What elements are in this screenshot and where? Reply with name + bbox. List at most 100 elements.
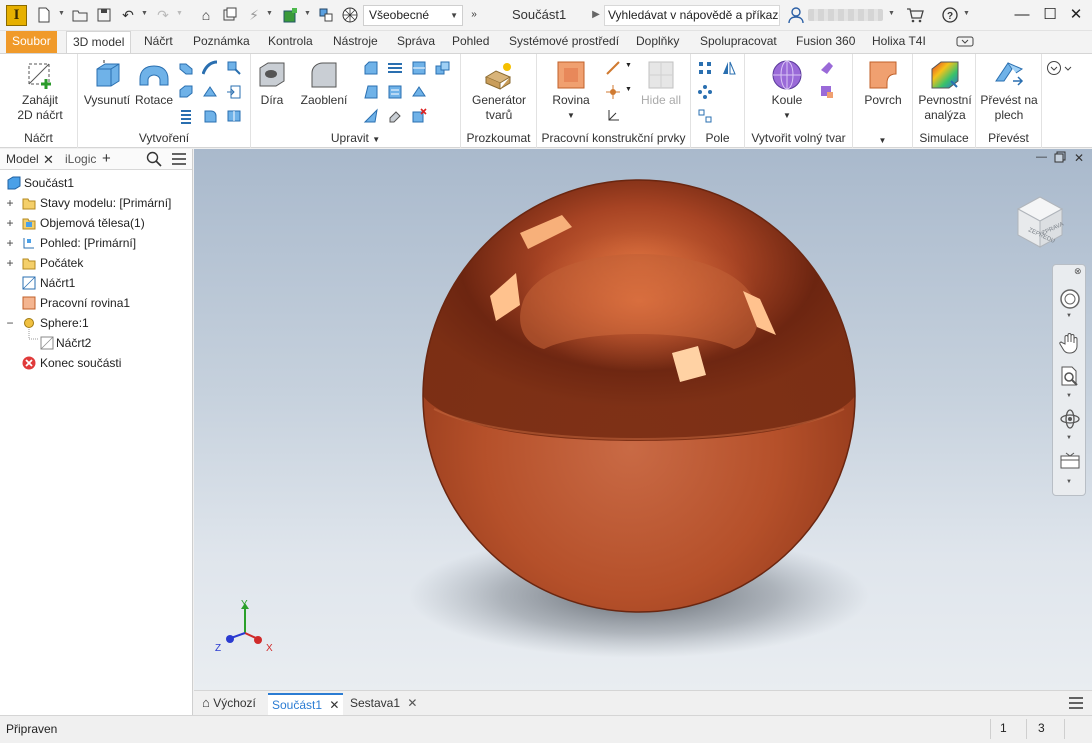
ribbon-options-icon[interactable] <box>1046 60 1074 76</box>
ribbon-toggle-icon[interactable] <box>950 31 986 53</box>
project-icon[interactable] <box>222 7 238 23</box>
derive-icon[interactable] <box>226 60 242 76</box>
new-file-icon[interactable] <box>36 7 52 23</box>
chevron-down-icon[interactable]: ▼ <box>1066 435 1072 441</box>
close-tab-icon[interactable]: ✕ <box>407 696 417 710</box>
zoom-icon[interactable] <box>1058 365 1082 389</box>
expand-icon[interactable]: + <box>5 233 15 253</box>
tabs-menu-icon[interactable] <box>1068 695 1084 714</box>
redo-icon[interactable]: ↷ <box>155 7 171 23</box>
thread-icon[interactable] <box>387 84 403 100</box>
direct-edit-icon[interactable] <box>363 108 379 124</box>
shell-icon[interactable] <box>387 60 403 76</box>
ucs-icon[interactable] <box>605 108 621 124</box>
orbit-icon[interactable] <box>1058 407 1082 431</box>
delete-face-icon[interactable] <box>411 108 427 124</box>
surface-panel-chevron-down-icon[interactable]: ▼ <box>853 136 912 145</box>
tab-spolupracovat[interactable]: Spolupracovat <box>694 31 783 53</box>
update-icon[interactable]: ⚡ <box>246 7 262 23</box>
browser-tab-model[interactable]: Model <box>6 152 39 166</box>
search-expand-icon[interactable]: ▶ <box>588 7 604 23</box>
plane-button[interactable]: Rovina ▼ <box>545 59 597 123</box>
tree-item-part[interactable]: Součást1 <box>0 173 193 193</box>
panel-title-modify[interactable]: Upravit ▼ <box>251 131 460 145</box>
tree-item-view-rep[interactable]: + Pohled: [Primární] <box>0 233 193 253</box>
new-file-caret-icon[interactable]: ▼ <box>58 10 65 17</box>
tab-nacrt[interactable]: Náčrt <box>138 31 179 53</box>
appearance-caret-icon[interactable]: ▼ <box>304 10 311 17</box>
extrude-button[interactable]: Vysunutí <box>82 59 132 108</box>
circular-pattern-icon[interactable] <box>697 84 713 100</box>
chamfer-icon[interactable] <box>363 60 379 76</box>
point-caret-icon[interactable]: ▼ <box>625 86 632 93</box>
steering-wheel-icon[interactable] <box>1058 287 1082 311</box>
tree-item-origin[interactable]: + Počátek <box>0 253 193 273</box>
fillet-button[interactable]: Zaoblení <box>299 59 349 108</box>
decal-icon[interactable] <box>202 108 218 124</box>
chevron-down-icon[interactable]: ▼ <box>1066 393 1072 399</box>
tab-kontrola[interactable]: Kontrola <box>262 31 319 53</box>
split-icon[interactable] <box>411 60 427 76</box>
tree-item-sketch1[interactable]: Náčrt1 <box>0 273 193 293</box>
browser-tab-ilogic[interactable]: iLogic <box>65 152 96 166</box>
select-priority-icon[interactable] <box>318 7 334 23</box>
home-icon[interactable]: ⌂ <box>198 7 214 23</box>
help-search-input[interactable]: Vyhledávat v nápovědě a příkaze <box>604 5 780 26</box>
undo-icon[interactable]: ↶ <box>120 7 136 23</box>
mirror-icon[interactable] <box>721 60 737 76</box>
minimize-icon[interactable]: — <box>1010 4 1034 26</box>
collapse-icon[interactable]: − <box>5 313 15 333</box>
sphere-button[interactable]: Koule ▼ <box>765 59 809 123</box>
appearance-icon[interactable] <box>282 7 298 23</box>
freeform-convert-icon[interactable] <box>819 84 835 100</box>
material-icon[interactable] <box>342 7 358 23</box>
look-at-icon[interactable] <box>1058 449 1082 473</box>
surface-button[interactable]: Povrch <box>859 59 907 108</box>
save-icon[interactable] <box>96 7 112 23</box>
doc-tab-assembly1[interactable]: Sestava1 ✕ <box>346 693 421 715</box>
tab-pohled[interactable]: Pohled <box>446 31 495 53</box>
tab-nastroje[interactable]: Nástroje <box>327 31 384 53</box>
help-icon[interactable]: ? <box>942 7 958 23</box>
add-tab-icon[interactable]: + <box>102 150 111 167</box>
pan-icon[interactable] <box>1058 331 1082 355</box>
close-icon[interactable]: ✕ <box>1064 4 1088 26</box>
chevron-down-icon[interactable]: ▼ <box>1066 479 1072 485</box>
emboss-icon[interactable] <box>202 84 218 100</box>
doc-tab-part1[interactable]: Součást1 ✕ <box>268 693 344 715</box>
maximize-icon[interactable]: ☐ <box>1038 4 1062 26</box>
chevron-down-icon[interactable]: ▼ <box>1066 313 1072 319</box>
tab-doplnky[interactable]: Doplňky <box>630 31 685 53</box>
convert-sheet-metal-button[interactable]: Převést na plech <box>978 59 1040 123</box>
rectangular-pattern-icon[interactable] <box>697 60 713 76</box>
tab-sprava[interactable]: Správa <box>391 31 441 53</box>
erase-icon[interactable] <box>387 108 403 124</box>
axis-caret-icon[interactable]: ▼ <box>625 62 632 69</box>
sphere-model[interactable] <box>194 149 1092 690</box>
update-caret-icon[interactable]: ▼ <box>266 10 273 17</box>
viewcube[interactable]: ZEPŘEDU ZPRAVA <box>1012 193 1068 251</box>
tree-item-model-states[interactable]: + Stavy modelu: [Primární] <box>0 193 193 213</box>
combine-icon[interactable] <box>435 60 451 76</box>
tab-holixa[interactable]: Holixa T4I <box>866 31 932 53</box>
open-folder-icon[interactable] <box>72 7 88 23</box>
tab-poznamka[interactable]: Poznámka <box>187 31 256 53</box>
unwrap-icon[interactable] <box>226 108 242 124</box>
search-icon[interactable] <box>146 151 162 170</box>
navbar-close-icon[interactable]: ⊗ <box>1074 266 1082 277</box>
graphics-viewport[interactable]: — ✕ ZEPŘEDU ZPRAVA ⊗ ▼ ▼ ▼ ▼ Y X Z <box>194 149 1092 690</box>
tree-item-work-plane1[interactable]: Pracovní rovina1 <box>0 293 193 313</box>
sketch-pattern-icon[interactable] <box>697 108 713 124</box>
rib-icon[interactable] <box>178 84 194 100</box>
user-icon[interactable] <box>788 6 804 24</box>
start-2d-sketch-button[interactable]: Zahájit 2D náčrt <box>10 59 70 123</box>
tab-3d-model[interactable]: 3D model <box>66 31 132 54</box>
revolve-button[interactable]: Rotace <box>132 59 176 108</box>
menu-icon[interactable] <box>171 151 187 170</box>
tree-item-sketch2[interactable]: Náčrt2 <box>0 329 193 353</box>
coil-icon[interactable] <box>178 108 194 124</box>
work-point-icon[interactable] <box>605 84 621 100</box>
undo-caret-icon[interactable]: ▼ <box>141 10 148 17</box>
tab-fusion-360[interactable]: Fusion 360 <box>790 31 861 53</box>
sweep-icon[interactable] <box>201 60 218 76</box>
